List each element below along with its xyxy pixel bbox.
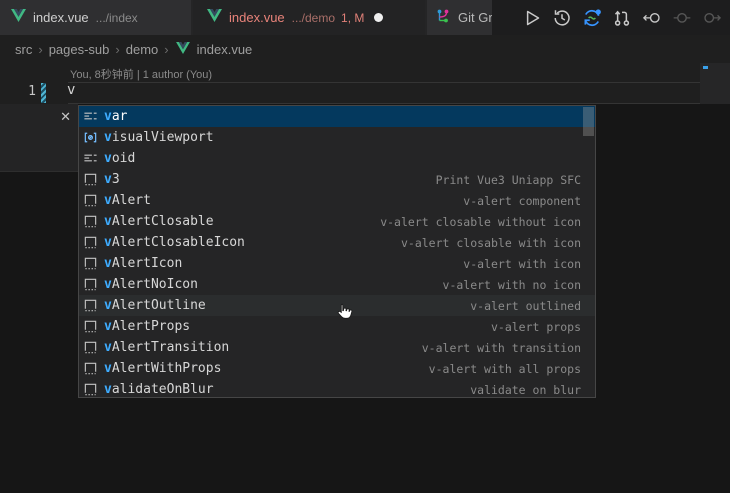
vue-logo-icon — [207, 9, 222, 27]
suggestion-item[interactable]: var — [79, 106, 595, 127]
chevron-right-icon: › — [38, 42, 42, 57]
vue-logo-icon — [176, 42, 190, 57]
git-sync-icon[interactable] — [582, 8, 602, 28]
suggestion-label: vAlert — [104, 193, 151, 208]
vscode-window: index.vue .../index index.vue .../demo 1… — [0, 0, 730, 493]
breadcrumb-item-file[interactable]: index.vue — [197, 42, 253, 57]
suggestion-item[interactable]: validateOnBlur validate on blur — [79, 379, 595, 398]
tab-index-vue-demo-active[interactable]: index.vue .../demo 1, M — [193, 0, 425, 35]
symbol-snippet-icon — [82, 319, 98, 335]
run-play-icon[interactable] — [522, 8, 542, 28]
breadcrumb-item-src[interactable]: src — [15, 42, 32, 57]
current-line-border-top — [68, 82, 700, 83]
tab-description: .../index — [96, 11, 138, 25]
vue-logo-icon — [11, 9, 26, 27]
suggestion-label: vAlertClosable — [104, 214, 214, 229]
suggestion-label: var — [104, 109, 127, 124]
code-text[interactable]: v — [67, 82, 75, 98]
problems-badge: 1, M — [341, 11, 364, 25]
suggestion-label: vAlertTransition — [104, 340, 229, 355]
suggestion-label: vAlertClosableIcon — [104, 235, 245, 250]
suggestion-label: void — [104, 151, 135, 166]
hover-widget: ✕ — [0, 104, 78, 172]
editor-tab-bar: index.vue .../index index.vue .../demo 1… — [0, 0, 730, 35]
suggestion-label: validateOnBlur — [104, 382, 214, 397]
suggestion-detail: v-alert with icon — [463, 257, 581, 271]
symbol-snippet-icon — [82, 214, 98, 230]
suggestion-label: vAlertProps — [104, 319, 190, 334]
tab-label: index.vue — [229, 10, 285, 25]
symbol-variable-icon — [82, 130, 98, 146]
symbol-snippet-icon — [82, 298, 98, 314]
navigate-circle-icon[interactable] — [672, 8, 692, 28]
current-line-border-bottom — [68, 103, 700, 104]
navigate-back-icon[interactable] — [642, 8, 662, 28]
tab-description: .../demo — [292, 11, 335, 25]
symbol-snippet-icon — [82, 172, 98, 188]
suggestion-item[interactable]: vAlertClosableIcon v-alert closable with … — [79, 232, 595, 253]
suggestion-item[interactable]: vAlert v-alert component — [79, 190, 595, 211]
git-graph-icon — [435, 8, 451, 29]
editor-actions-toolbar — [492, 0, 730, 35]
symbol-keyword-icon — [82, 109, 98, 125]
tab-git-graph[interactable]: Git Graph — [427, 0, 492, 35]
symbol-snippet-icon — [82, 235, 98, 251]
suggestion-item[interactable]: void — [79, 148, 595, 169]
suggestion-detail: v-alert outlined — [470, 299, 581, 313]
suggestion-label: visualViewport — [104, 130, 214, 145]
symbol-snippet-icon — [82, 256, 98, 272]
suggestion-item[interactable]: vAlertNoIcon v-alert with no icon — [79, 274, 595, 295]
suggestion-label: vAlertIcon — [104, 256, 182, 271]
line-number: 1 — [0, 84, 36, 99]
tab-label: Git Graph — [458, 10, 492, 25]
suggestion-label: vAlertOutline — [104, 298, 206, 313]
suggest-scrollbar[interactable] — [583, 107, 594, 136]
tab-label: index.vue — [33, 10, 89, 25]
symbol-snippet-icon — [82, 277, 98, 293]
suggestion-item[interactable]: vAlertOutline v-alert outlined — [79, 295, 595, 316]
suggestion-detail: v-alert with no icon — [443, 278, 581, 292]
minimap-line-mark — [703, 66, 708, 69]
suggestion-label: vAlertNoIcon — [104, 277, 198, 292]
suggestion-item[interactable]: vAlertProps v-alert props — [79, 316, 595, 337]
suggest-widget: var visualViewport void v3 Print Vue3 Uniapp… — [78, 105, 596, 398]
history-timeline-icon[interactable] — [552, 8, 572, 28]
symbol-snippet-icon — [82, 193, 98, 209]
breadcrumb: src › pages-sub › demo › index.vue — [0, 35, 730, 63]
unsaved-dot-icon[interactable] — [374, 13, 383, 22]
gutter-modified-indicator — [41, 83, 46, 103]
suggestion-item[interactable]: vAlertIcon v-alert with icon — [79, 253, 595, 274]
symbol-snippet-icon — [82, 382, 98, 398]
chevron-right-icon: › — [115, 42, 119, 57]
symbol-snippet-icon — [82, 361, 98, 377]
navigate-forward-icon[interactable] — [702, 8, 722, 28]
minimap[interactable] — [700, 63, 730, 104]
breadcrumb-item-demo[interactable]: demo — [126, 42, 159, 57]
tab-index-vue-index[interactable]: index.vue .../index — [0, 0, 191, 35]
symbol-keyword-icon — [82, 151, 98, 167]
suggestion-detail: Print Vue3 Uniapp SFC — [436, 173, 581, 187]
suggestion-detail: v-alert props — [491, 320, 581, 334]
suggestion-label: vAlertWithProps — [104, 361, 221, 376]
suggestion-detail: v-alert closable with icon — [401, 236, 581, 250]
suggestion-item[interactable]: visualViewport — [79, 127, 595, 148]
suggestion-detail: v-alert component — [463, 194, 581, 208]
pull-request-compare-icon[interactable] — [612, 8, 632, 28]
suggestion-item[interactable]: vAlertClosable v-alert closable without i… — [79, 211, 595, 232]
close-icon[interactable]: ✕ — [60, 110, 71, 123]
suggestion-detail: validate on blur — [470, 383, 581, 397]
suggestion-item[interactable]: vAlertWithProps v-alert with all props — [79, 358, 595, 379]
symbol-snippet-icon — [82, 340, 98, 356]
editor-pane[interactable]: You, 8秒钟前 | 1 author (You) 1 v — [0, 63, 730, 104]
suggestion-detail: v-alert with all props — [429, 362, 581, 376]
suggestion-item[interactable]: vAlertTransition v-alert with transition — [79, 337, 595, 358]
git-blame-annotation[interactable]: You, 8秒钟前 | 1 author (You) — [70, 66, 212, 82]
suggestion-item[interactable]: v3 Print Vue3 Uniapp SFC — [79, 169, 595, 190]
suggestion-detail: v-alert closable without icon — [380, 215, 581, 229]
suggestion-label: v3 — [104, 172, 120, 187]
suggestion-detail: v-alert with transition — [422, 341, 581, 355]
breadcrumb-item-pages-sub[interactable]: pages-sub — [49, 42, 110, 57]
chevron-right-icon: › — [164, 42, 168, 57]
suggest-list: var visualViewport void v3 Print Vue3 Uniapp… — [79, 106, 595, 398]
